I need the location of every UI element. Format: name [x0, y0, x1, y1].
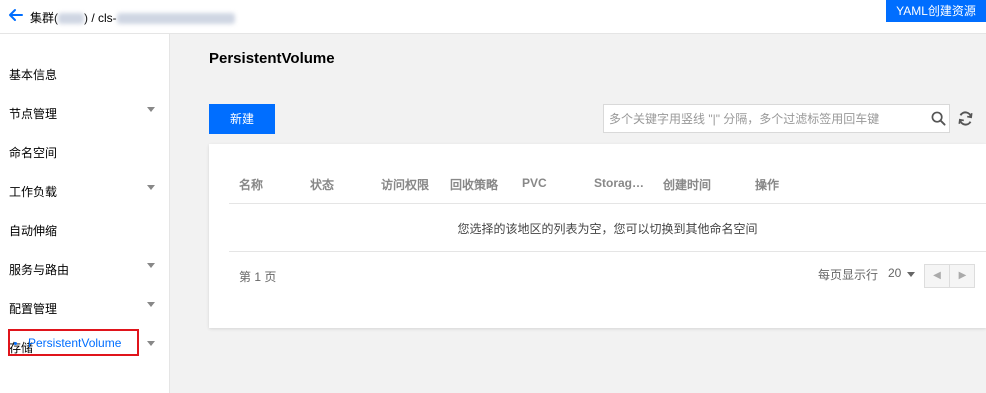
- chevron-down-icon: [147, 341, 155, 346]
- sidebar-item-label: 基本信息: [9, 68, 58, 82]
- redacted-cluster-name: [116, 13, 235, 25]
- chevron-down-icon: [147, 185, 155, 190]
- prev-page-button[interactable]: ◀: [925, 265, 950, 287]
- column-header-status: 状态: [310, 178, 335, 192]
- page-title: PersistentVolume: [209, 50, 335, 67]
- top-bar: 集群( ) / cls- YAML创建资源: [0, 0, 986, 34]
- column-header-created-time: 创建时间: [663, 178, 712, 192]
- sidebar-item-node-management[interactable]: 节点管理: [0, 93, 169, 132]
- per-page-label: 每页显示行: [818, 268, 879, 282]
- page-size-select[interactable]: 20: [888, 266, 901, 280]
- column-header-actions: 操作: [755, 178, 780, 192]
- sidebar-item-label: 配置管理: [9, 302, 58, 316]
- new-button[interactable]: 新建: [209, 104, 275, 134]
- search-icon[interactable]: [931, 111, 946, 126]
- sidebar-item-service-routing[interactable]: 服务与路由: [0, 249, 169, 288]
- sidebar-item-namespace[interactable]: 命名空间: [0, 132, 169, 171]
- column-header-storage: Storag…: [594, 176, 645, 190]
- sidebar-subitem-persistentvolume[interactable]: PersistentVolume: [8, 329, 139, 356]
- pagination-controls: ◀ ▶: [924, 264, 975, 288]
- bullet-icon: [14, 342, 17, 345]
- empty-state-message: 您选择的该地区的列表为空，您可以切换到其他命名空间: [457, 222, 758, 236]
- column-header-pvc: PVC: [522, 176, 547, 190]
- table-divider: [229, 203, 986, 204]
- chevron-down-icon: [147, 302, 155, 307]
- breadcrumb-separator: ) /: [84, 11, 95, 25]
- sidebar-item-basic-info[interactable]: 基本信息: [0, 54, 169, 93]
- column-header-reclaim-policy: 回收策略: [450, 178, 499, 192]
- back-arrow-icon[interactable]: [8, 7, 24, 23]
- breadcrumb-cluster-id: cls-: [98, 11, 117, 25]
- next-page-button[interactable]: ▶: [950, 265, 975, 287]
- sidebar-item-label: 命名空间: [9, 146, 58, 160]
- column-header-name: 名称: [239, 178, 264, 192]
- redacted-region: [58, 13, 84, 25]
- sidebar-item-config-management[interactable]: 配置管理: [0, 288, 169, 327]
- breadcrumb-cluster[interactable]: 集群(: [30, 11, 58, 25]
- sidebar-item-workload[interactable]: 工作负载: [0, 171, 169, 210]
- sidebar-item-autoscaling[interactable]: 自动伸缩: [0, 210, 169, 249]
- sidebar-item-label: 自动伸缩: [9, 224, 58, 238]
- chevron-down-icon: [147, 263, 155, 268]
- page-indicator: 第 1 页: [239, 270, 277, 284]
- table-card: 名称 状态 访问权限 回收策略 PVC Storag… 创建时间 操作 您选择的…: [209, 144, 986, 328]
- refresh-icon[interactable]: [957, 110, 974, 127]
- sidebar-subitem-label: PersistentVolume: [28, 336, 122, 350]
- column-header-access-mode: 访问权限: [381, 178, 430, 192]
- chevron-down-icon[interactable]: [907, 272, 915, 277]
- table-divider: [229, 251, 986, 252]
- chevron-down-icon: [147, 107, 155, 112]
- sidebar-item-label: 节点管理: [9, 107, 58, 121]
- yaml-create-button[interactable]: YAML创建资源: [886, 0, 986, 22]
- sidebar-item-label: 服务与路由: [9, 263, 70, 277]
- breadcrumb: 集群( ) / cls-: [30, 9, 235, 26]
- sidebar-item-label: 工作负载: [9, 185, 58, 199]
- search-input[interactable]: [604, 105, 924, 132]
- search-box: [603, 104, 950, 133]
